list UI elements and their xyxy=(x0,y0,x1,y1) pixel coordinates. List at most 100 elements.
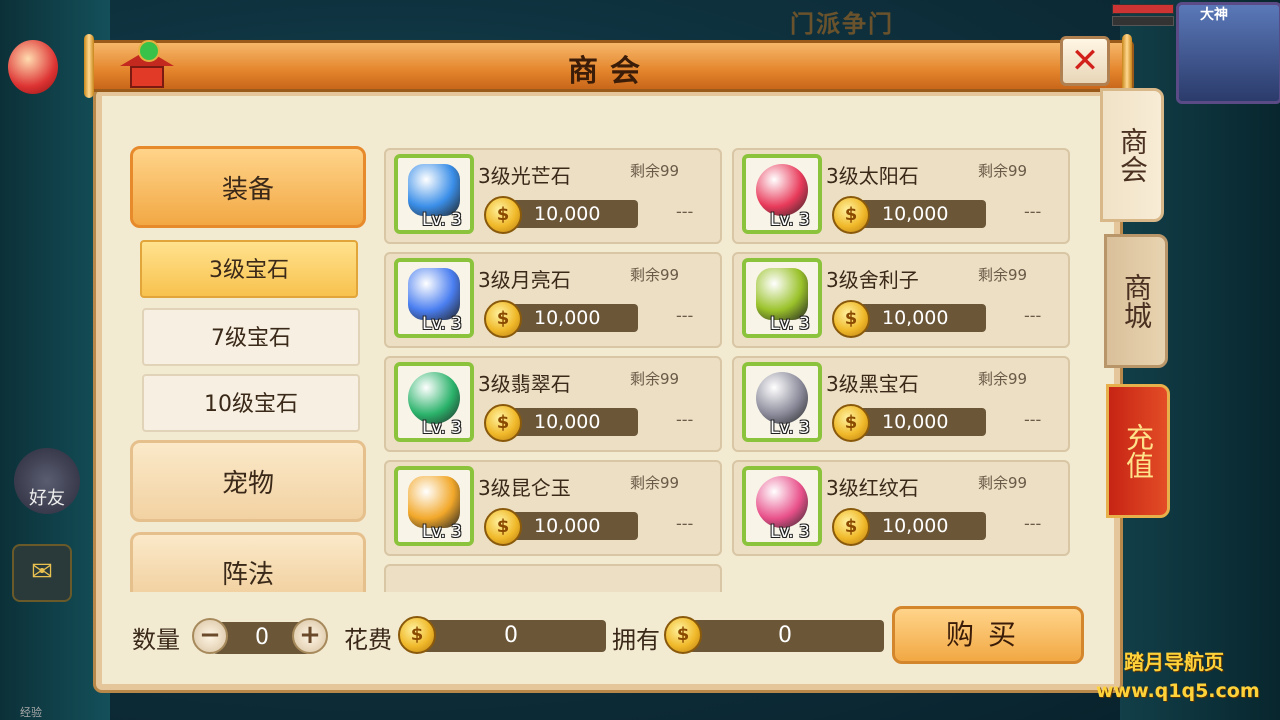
watermark-title: 踏月导航页 xyxy=(1124,650,1224,674)
coin-icon: $ xyxy=(832,196,870,234)
item-price: 10,000 xyxy=(852,304,986,332)
crystal-blue-icon xyxy=(408,164,460,216)
item-level: Lv. 3 xyxy=(770,418,810,438)
item-icon-frame: Lv. 3 xyxy=(394,466,474,546)
item-name: 3级翡翠石 xyxy=(478,372,571,396)
chat-button[interactable]: ✉ xyxy=(12,544,72,602)
item-owned: --- xyxy=(676,514,694,533)
coin-icon: $ xyxy=(832,508,870,546)
cost-label: 花费 xyxy=(344,626,392,654)
coin-icon: $ xyxy=(484,196,522,234)
item-remaining: 剩余99 xyxy=(978,474,1028,492)
coin-icon: $ xyxy=(484,508,522,546)
exp-label: 经验 xyxy=(20,706,42,719)
item-price: 10,000 xyxy=(852,200,986,228)
sect-war-banner: 门派争门 xyxy=(790,10,894,38)
coin-icon: $ xyxy=(484,404,522,442)
black-diamond-icon xyxy=(756,372,808,424)
item-icon-frame: Lv. 3 xyxy=(742,466,822,546)
panel-title: 商会 xyxy=(568,54,652,89)
coin-icon: $ xyxy=(664,616,702,654)
item-level: Lv. 3 xyxy=(422,210,462,230)
mp-bar xyxy=(1112,16,1174,26)
item-remaining: 剩余99 xyxy=(978,162,1028,180)
item-price: 10,000 xyxy=(852,408,986,436)
item-card[interactable]: Lv. 3 3级黑宝石 剩余99 10,000 $ --- xyxy=(732,356,1070,452)
subcategory-lv7-gem[interactable]: 7级宝石 xyxy=(142,308,360,366)
category-equip[interactable]: 装备 xyxy=(130,146,366,228)
item-icon-frame: Lv. 3 xyxy=(742,258,822,338)
tab-recharge[interactable]: 充值 xyxy=(1106,384,1170,518)
item-card[interactable]: Lv. 3 3级昆仑玉 剩余99 10,000 $ --- xyxy=(384,460,722,556)
hp-bar xyxy=(1112,4,1174,14)
item-icon-frame: Lv. 3 xyxy=(394,154,474,234)
minus-icon: − xyxy=(199,620,221,650)
item-owned: --- xyxy=(676,202,694,221)
item-price: 10,000 xyxy=(852,512,986,540)
friends-button[interactable]: 好友 xyxy=(14,448,80,514)
category-pet[interactable]: 宠物 xyxy=(130,440,366,522)
cost-value: 0 xyxy=(416,620,606,652)
player-avatar[interactable] xyxy=(1176,2,1280,104)
coin-icon: $ xyxy=(832,300,870,338)
tab-chamber-of-commerce[interactable]: 商会 xyxy=(1100,88,1164,222)
item-price: 10,000 xyxy=(504,408,638,436)
item-price: 10,000 xyxy=(504,200,638,228)
item-card[interactable]: Lv. 3 3级太阳石 剩余99 10,000 $ --- xyxy=(732,148,1070,244)
item-card[interactable]: Lv. 3 3级翡翠石 剩余99 10,000 $ --- xyxy=(384,356,722,452)
pavilion-icon xyxy=(120,40,174,90)
item-card-partial[interactable] xyxy=(384,564,722,592)
item-owned: --- xyxy=(1024,514,1042,533)
subcategory-lv10-gem[interactable]: 10级宝石 xyxy=(142,374,360,432)
fortune-god-icon[interactable] xyxy=(8,40,58,94)
increase-button[interactable]: + xyxy=(292,618,328,654)
item-remaining: 剩余99 xyxy=(630,474,680,492)
item-remaining: 剩余99 xyxy=(630,370,680,388)
item-remaining: 剩余99 xyxy=(630,266,680,284)
item-level: Lv. 3 xyxy=(770,314,810,334)
pink-swirl-icon xyxy=(756,476,808,528)
item-owned: --- xyxy=(676,410,694,429)
item-level: Lv. 3 xyxy=(422,418,462,438)
item-name: 3级黑宝石 xyxy=(826,372,919,396)
item-owned: --- xyxy=(676,306,694,325)
item-name: 3级红纹石 xyxy=(826,476,919,500)
tab-mall[interactable]: 商城 xyxy=(1104,234,1168,368)
item-remaining: 剩余99 xyxy=(978,370,1028,388)
item-card[interactable]: Lv. 3 3级月亮石 剩余99 10,000 $ --- xyxy=(384,252,722,348)
subcategory-lv3-gem[interactable]: 3级宝石 xyxy=(140,240,358,298)
item-owned: --- xyxy=(1024,202,1042,221)
coin-icon: $ xyxy=(832,404,870,442)
coin-icon: $ xyxy=(484,300,522,338)
crescent-blue-icon xyxy=(408,268,460,320)
item-card[interactable]: Lv. 3 3级红纹石 剩余99 10,000 $ --- xyxy=(732,460,1070,556)
owned-value: 0 xyxy=(686,620,884,652)
green-beads-icon xyxy=(756,268,808,320)
item-owned: --- xyxy=(1024,306,1042,325)
item-price: 10,000 xyxy=(504,512,638,540)
buy-button[interactable]: 购买 xyxy=(892,606,1084,664)
coin-icon: $ xyxy=(398,616,436,654)
purchase-bar: 数量 0 − + 花费 0 $ 拥有 0 $ 购买 xyxy=(86,600,1134,670)
plus-icon: + xyxy=(299,620,321,650)
watermark-url: www.q1q5.com xyxy=(1096,680,1260,702)
item-price: 10,000 xyxy=(504,304,638,332)
amber-jade-icon xyxy=(408,476,460,528)
swirl-red-icon xyxy=(756,164,808,216)
quantity-label: 数量 xyxy=(132,626,180,654)
item-icon-frame: Lv. 3 xyxy=(394,362,474,442)
item-card[interactable]: Lv. 3 3级光芒石 剩余99 10,000 $ --- xyxy=(384,148,722,244)
item-remaining: 剩余99 xyxy=(978,266,1028,284)
category-formation[interactable]: 阵法 xyxy=(130,532,366,592)
chamber-of-commerce-panel: 商会 ✕ 装备 3级宝石 7级宝石 10级宝石 宠物 阵法 Lv. 3 3级光芒石… xyxy=(84,34,1134,700)
player-name: 大神 xyxy=(1200,7,1228,23)
friends-label: 好友 xyxy=(29,488,65,509)
jade-orb-icon xyxy=(408,372,460,424)
item-owned: --- xyxy=(1024,410,1042,429)
item-icon-frame: Lv. 3 xyxy=(394,258,474,338)
item-card[interactable]: Lv. 3 3级舍利子 剩余99 10,000 $ --- xyxy=(732,252,1070,348)
item-list[interactable]: Lv. 3 3级光芒石 剩余99 10,000 $ --- Lv. 3 3级太阳石 剩余99 10… xyxy=(384,148,1084,592)
close-button[interactable]: ✕ xyxy=(1060,36,1110,86)
chat-bubble-icon: ✉ xyxy=(31,557,53,587)
decrease-button[interactable]: − xyxy=(192,618,228,654)
